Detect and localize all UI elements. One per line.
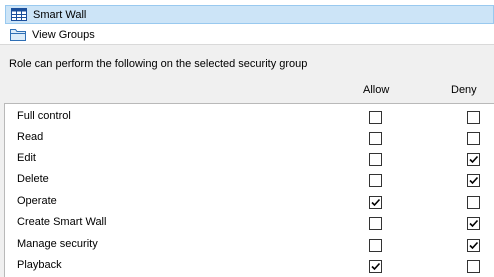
allow-checkbox[interactable] (369, 132, 382, 145)
allow-checkbox[interactable] (369, 239, 382, 252)
allow-checkbox[interactable] (369, 174, 382, 187)
permission-label: Manage security (17, 238, 98, 250)
folder-icon (10, 28, 26, 41)
permission-label: Playback (17, 259, 62, 271)
allow-checkbox[interactable] (369, 153, 382, 166)
tree-item-smart-wall[interactable]: Smart Wall (5, 5, 494, 24)
permission-row: Playback (5, 256, 494, 277)
permission-row: Read (5, 128, 494, 149)
tree-item-label: Smart Wall (33, 8, 87, 21)
permission-row: Operate (5, 192, 494, 213)
permissions-panel: Role can perform the following on the se… (0, 44, 494, 277)
tree-item-view-groups[interactable]: View Groups (5, 25, 494, 44)
permission-row: Manage security (5, 235, 494, 256)
permission-label: Edit (17, 152, 36, 164)
permission-label: Create Smart Wall (17, 216, 107, 228)
permission-row: Edit (5, 149, 494, 170)
tree-item-label: View Groups (32, 28, 95, 41)
permission-label: Read (17, 131, 44, 143)
deny-checkbox[interactable] (467, 174, 480, 187)
grid-table-icon (11, 8, 27, 21)
deny-checkbox[interactable] (467, 260, 480, 273)
deny-checkbox[interactable] (467, 153, 480, 166)
deny-checkbox[interactable] (467, 239, 480, 252)
permission-label: Full control (17, 110, 71, 122)
permission-label: Delete (17, 173, 49, 185)
deny-column-header: Deny (451, 84, 477, 96)
deny-checkbox[interactable] (467, 111, 480, 124)
allow-checkbox[interactable] (369, 260, 382, 273)
deny-checkbox[interactable] (467, 196, 480, 209)
security-group-tree: Smart Wall View Groups (0, 0, 494, 44)
permissions-title: Role can perform the following on the se… (9, 58, 308, 70)
allow-checkbox[interactable] (369, 217, 382, 230)
permissions-grid: Full control Read Edit Delete Operate Create … (4, 103, 494, 277)
permission-row: Create Smart Wall (5, 213, 494, 234)
permission-row: Full control (5, 107, 494, 128)
permission-row: Delete (5, 170, 494, 191)
allow-checkbox[interactable] (369, 196, 382, 209)
deny-checkbox[interactable] (467, 217, 480, 230)
permission-label: Operate (17, 195, 57, 207)
deny-checkbox[interactable] (467, 132, 480, 145)
allow-checkbox[interactable] (369, 111, 382, 124)
allow-column-header: Allow (363, 84, 390, 96)
